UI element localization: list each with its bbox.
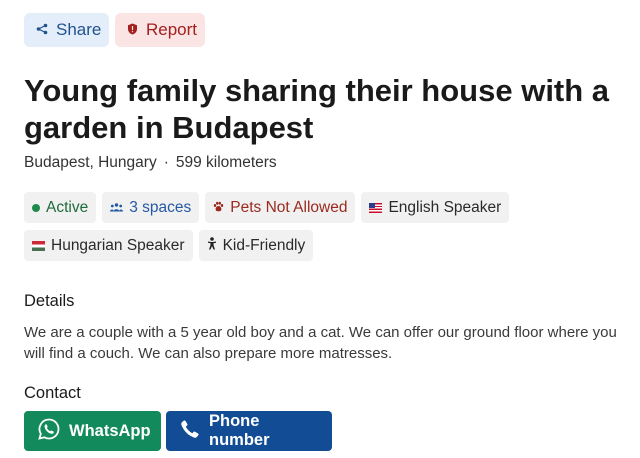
details-heading: Details bbox=[24, 292, 75, 310]
share-button[interactable]: Share bbox=[24, 13, 109, 47]
report-label: Report bbox=[146, 20, 198, 39]
shield-icon bbox=[127, 20, 138, 40]
kid-friendly-label: Kid-Friendly bbox=[222, 236, 306, 254]
share-label: Share bbox=[56, 20, 102, 39]
distance-text: 599 kilometers bbox=[175, 154, 277, 171]
listing-page: Share Report Young family sharing their … bbox=[0, 0, 640, 458]
tag-row: Hungarian Speaker Kid-Friendly bbox=[24, 230, 624, 261]
hungary-flag-icon bbox=[32, 240, 45, 251]
top-actions: Share Report bbox=[24, 13, 205, 47]
pets-tag: Pets Not Allowed bbox=[205, 192, 356, 223]
status-dot-icon bbox=[32, 203, 40, 212]
report-button[interactable]: Report bbox=[115, 13, 205, 47]
child-icon bbox=[207, 236, 217, 255]
listing-subtitle: Budapest, Hungary · 599 kilometers bbox=[24, 154, 277, 172]
hungarian-speaker-label: Hungarian Speaker bbox=[51, 236, 185, 254]
kid-friendly-tag: Kid-Friendly bbox=[198, 230, 314, 261]
phone-number-label: Phone number bbox=[209, 412, 270, 449]
phone-number-button[interactable]: Phone number bbox=[166, 411, 332, 451]
whatsapp-button[interactable]: WhatsApp bbox=[24, 411, 161, 451]
contact-buttons: WhatsApp Phone number bbox=[24, 411, 332, 451]
share-icon bbox=[36, 20, 48, 40]
spaces-tag: 3 spaces bbox=[102, 192, 200, 223]
status-badge: Active bbox=[24, 192, 97, 223]
subtitle-separator: · bbox=[163, 154, 169, 171]
details-text: We are a couple with a 5 year old boy an… bbox=[24, 324, 617, 362]
whatsapp-icon bbox=[38, 418, 60, 445]
pets-label: Pets Not Allowed bbox=[230, 198, 348, 216]
location-text: Budapest, Hungary bbox=[24, 154, 157, 171]
status-label: Active bbox=[46, 198, 89, 216]
tag-list: Active 3 spaces Pets Not Allowed English… bbox=[24, 192, 624, 268]
english-speaker-tag: English Speaker bbox=[361, 192, 510, 223]
tag-row: Active 3 spaces Pets Not Allowed English… bbox=[24, 192, 624, 223]
listing-title: Young family sharing their house with a … bbox=[24, 73, 610, 145]
english-speaker-label: English Speaker bbox=[388, 198, 502, 216]
people-icon bbox=[110, 199, 124, 217]
spaces-label: 3 spaces bbox=[129, 198, 192, 216]
paw-icon bbox=[213, 199, 224, 217]
hungarian-speaker-tag: Hungarian Speaker bbox=[24, 230, 193, 261]
whatsapp-label: WhatsApp bbox=[69, 421, 151, 440]
us-flag-icon bbox=[369, 202, 383, 213]
contact-heading: Contact bbox=[24, 384, 81, 402]
phone-icon bbox=[180, 419, 200, 444]
